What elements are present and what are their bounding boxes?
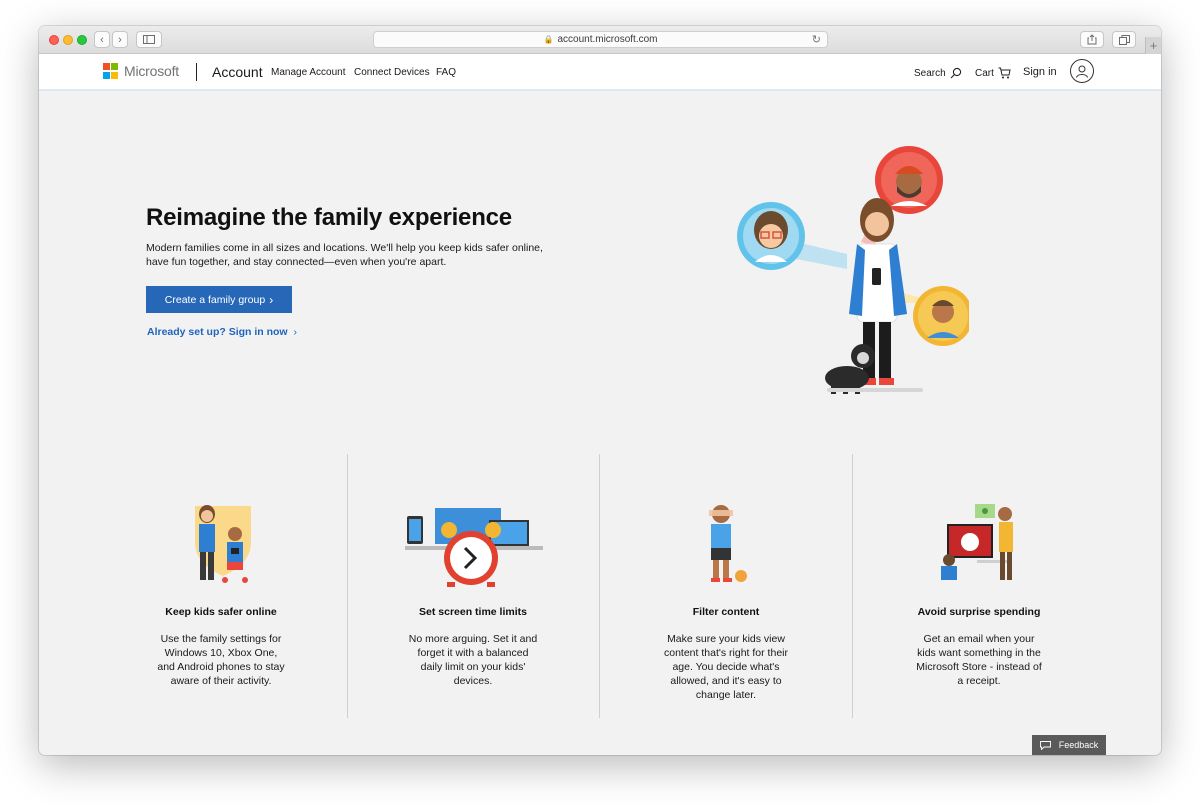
chevron-right-icon: › xyxy=(118,33,122,46)
share-button[interactable] xyxy=(1080,31,1104,48)
microsoft-logo[interactable]: Microsoft xyxy=(103,63,179,79)
new-tab-button[interactable]: + xyxy=(1145,37,1161,54)
hero-title: Reimagine the family experience xyxy=(146,204,512,231)
user-icon xyxy=(1076,65,1088,78)
search-label: Search xyxy=(914,67,946,79)
zoom-window-button[interactable] xyxy=(77,35,87,45)
signin-link[interactable]: Sign in xyxy=(1023,66,1057,78)
nav-manage-account[interactable]: Manage Account xyxy=(271,67,346,78)
lock-icon: 🔒 xyxy=(543,35,554,44)
sidebar-icon xyxy=(143,35,155,44)
cart-button[interactable]: Cart xyxy=(975,67,1011,79)
forward-button[interactable]: › xyxy=(112,31,128,48)
feedback-button[interactable]: Feedback xyxy=(1032,735,1106,755)
feedback-label: Feedback xyxy=(1058,740,1099,750)
chevron-right-icon: › xyxy=(293,326,298,338)
nav-connect-devices[interactable]: Connect Devices xyxy=(354,67,430,78)
close-window-button[interactable] xyxy=(49,35,59,45)
family-illustration xyxy=(737,146,969,394)
reload-icon[interactable]: ↻ xyxy=(812,33,821,46)
browser-window: ‹ › 🔒 account.microsoft.com ↻ + Microsof… xyxy=(39,26,1161,755)
cart-icon xyxy=(998,67,1011,79)
cart-label: Cart xyxy=(975,67,994,79)
address-bar[interactable]: 🔒 account.microsoft.com ↻ xyxy=(373,31,828,48)
header-divider xyxy=(196,63,197,81)
tabs-overview-button[interactable] xyxy=(1112,31,1136,48)
chevron-right-icon: › xyxy=(269,292,274,307)
kids-safety-illustration xyxy=(195,505,251,583)
chat-bubble-icon xyxy=(1039,740,1051,750)
hero-description: Modern families come in all sizes and lo… xyxy=(146,242,543,268)
feature-title: Avoid surprise spending xyxy=(917,606,1041,618)
avatar[interactable] xyxy=(1070,59,1094,83)
microsoft-logo-icon xyxy=(103,63,119,79)
plus-icon: + xyxy=(1149,38,1158,53)
sidebar-button[interactable] xyxy=(136,31,162,48)
nav-faq[interactable]: FAQ xyxy=(436,67,456,78)
chevron-left-icon: ‹ xyxy=(100,33,104,46)
site-header: Microsoft Account Manage Account Connect… xyxy=(39,54,1161,90)
tabs-icon xyxy=(1118,34,1130,45)
back-button[interactable]: ‹ xyxy=(94,31,110,48)
signin-now-label: Already set up? Sign in now xyxy=(147,326,288,338)
feature-text: Use the family settings for Windows 10, … xyxy=(157,633,285,687)
search-icon xyxy=(950,67,961,79)
brand-name: Microsoft xyxy=(124,63,179,79)
minimize-window-button[interactable] xyxy=(63,35,73,45)
feature-divider xyxy=(852,454,853,718)
section-title[interactable]: Account xyxy=(212,64,263,80)
feature-title: Filter content xyxy=(692,606,760,618)
url-text: account.microsoft.com xyxy=(557,34,658,45)
create-family-group-label: Create a family group xyxy=(164,293,266,306)
feature-text: Make sure your kids view content that's … xyxy=(664,633,788,701)
create-family-group-button[interactable]: Create a family group › xyxy=(146,286,292,313)
filter-content-illustration xyxy=(709,505,747,582)
already-setup-signin-link[interactable]: Already set up? Sign in now › xyxy=(147,326,297,338)
feature-title: Set screen time limits xyxy=(419,606,527,618)
share-icon xyxy=(1087,34,1097,45)
search-button[interactable]: Search xyxy=(914,67,962,79)
header-accent-line xyxy=(39,89,1161,91)
feature-text: No more arguing. Set it and forget it wi… xyxy=(408,633,538,687)
feature-title: Keep kids safer online xyxy=(165,606,277,618)
feature-divider xyxy=(347,454,348,718)
screen-time-illustration xyxy=(405,508,543,587)
feature-divider xyxy=(599,454,600,718)
feature-text: Get an email when your kids want somethi… xyxy=(916,633,1042,687)
spending-alert-illustration xyxy=(941,504,1013,580)
browser-toolbar: ‹ › 🔒 account.microsoft.com ↻ + xyxy=(39,26,1161,54)
